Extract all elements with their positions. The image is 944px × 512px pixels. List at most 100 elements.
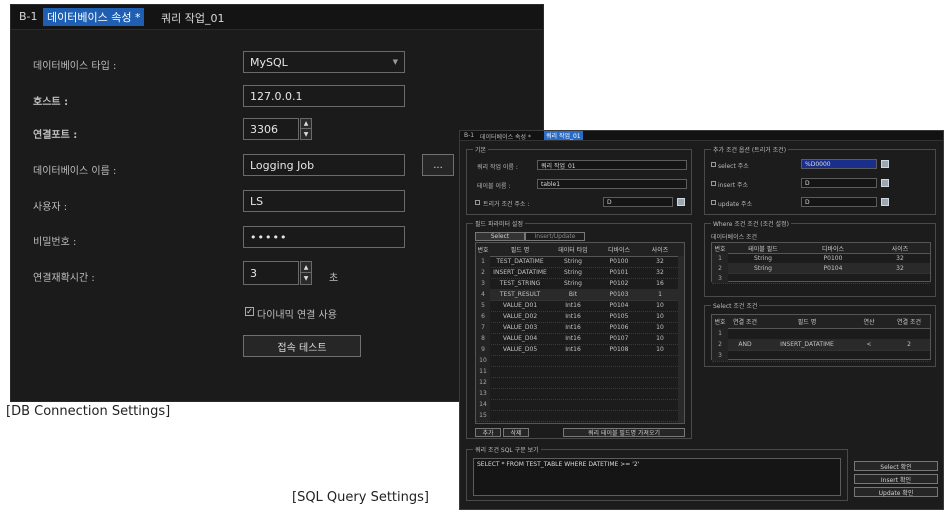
tab-b1[interactable]: B-1 bbox=[464, 132, 474, 139]
reconnect-input[interactable]: 3 bbox=[243, 261, 299, 285]
table-cell bbox=[642, 399, 678, 410]
field-table: 번호 필드 명 데이터 타입 디바이스 사이즈 1 TEST_DATATIME St… bbox=[475, 242, 685, 424]
table-cell bbox=[728, 273, 798, 283]
address-picker-icon[interactable] bbox=[881, 198, 889, 206]
table-cell bbox=[642, 410, 678, 421]
tab-b1[interactable]: B-1 bbox=[19, 10, 38, 23]
tab-select[interactable]: Select bbox=[475, 232, 525, 241]
table-cell: P0105 bbox=[609, 313, 629, 320]
trigger-input[interactable]: D bbox=[603, 197, 673, 207]
select-condition-group: Select 조건 조건 번호 연결 조건 필드 명 연산 연결 조건 1 2 AN… bbox=[704, 301, 936, 367]
table-cell bbox=[762, 350, 852, 361]
table-cell: String bbox=[754, 254, 772, 262]
table-cell: String bbox=[564, 269, 582, 276]
port-stepper[interactable]: ▲ ▼ bbox=[300, 118, 312, 140]
host-input[interactable]: 127.0.0.1 bbox=[243, 85, 405, 107]
field-group-title: 필드 파라미터 설정 bbox=[473, 219, 525, 228]
spin-down-icon[interactable]: ▼ bbox=[301, 273, 311, 284]
row-number: 13 bbox=[476, 388, 490, 399]
table-cell: VALUE_D02 bbox=[502, 313, 538, 320]
where-subtitle: 데이터베이스 조건 bbox=[711, 234, 758, 241]
tab-insert-update[interactable]: Insert/Update bbox=[525, 232, 585, 241]
select-address-input[interactable]: %D0000 bbox=[801, 159, 877, 169]
row-number: 11 bbox=[476, 366, 490, 377]
connection-test-button[interactable]: 접속 테스트 bbox=[243, 335, 361, 357]
db-name-input[interactable]: Logging Job bbox=[243, 154, 405, 176]
browse-button[interactable]: ... bbox=[422, 154, 454, 176]
table-cell: 10 bbox=[656, 346, 664, 353]
table-cell bbox=[886, 328, 932, 339]
table-name-input[interactable]: table1 bbox=[537, 179, 687, 189]
table-cell: Int16 bbox=[565, 302, 581, 309]
update-address-input[interactable]: D bbox=[801, 197, 877, 207]
col-header: 필드 명 bbox=[797, 319, 817, 326]
table-cell: Int16 bbox=[565, 346, 581, 353]
row-number: 2 bbox=[712, 263, 728, 273]
table-cell: VALUE_D04 bbox=[502, 335, 538, 342]
query-name-input[interactable]: 쿼리 작업_01 bbox=[537, 160, 687, 170]
password-input[interactable]: ••••• bbox=[243, 226, 405, 248]
col-header: 디바이스 bbox=[607, 247, 631, 254]
table-row[interactable]: 15 bbox=[476, 410, 684, 422]
address-picker-icon[interactable] bbox=[881, 160, 889, 168]
update-check-button[interactable]: Update 확인 bbox=[854, 487, 938, 497]
table-cell bbox=[798, 273, 868, 283]
table-cell bbox=[490, 410, 550, 421]
table-cell bbox=[596, 399, 642, 410]
table-cell: AND bbox=[738, 341, 752, 348]
row-number: 3 bbox=[712, 273, 728, 283]
update-address-checkbox[interactable] bbox=[711, 200, 716, 205]
table-header: 번호 연결 조건 필드 명 연산 연결 조건 bbox=[712, 315, 930, 329]
insert-check-button[interactable]: Insert 확인 bbox=[854, 474, 938, 484]
scrollbar[interactable] bbox=[678, 256, 684, 423]
where-condition-group: Where 조건 조건 (조건 설정) 데이터베이스 조건 번호 테이블 필드 … bbox=[704, 219, 936, 297]
select-group-title: Select 조건 조건 bbox=[711, 301, 760, 310]
table-cell bbox=[550, 399, 596, 410]
table-cell: Int16 bbox=[565, 324, 581, 331]
table-cell bbox=[762, 328, 852, 339]
port-input[interactable]: 3306 bbox=[243, 118, 299, 140]
row-number: 3 bbox=[476, 278, 490, 289]
sql-caption: [SQL Query Settings] bbox=[292, 490, 429, 505]
table-cell: String bbox=[564, 280, 582, 287]
where-table: 번호 테이블 필드 디바이스 사이즈 1 String P0100 32 2 String… bbox=[711, 242, 931, 284]
tab-query-job[interactable]: 쿼리 작업_01 bbox=[544, 131, 583, 140]
row-number: 7 bbox=[476, 322, 490, 333]
add-button[interactable]: 추가 bbox=[475, 428, 501, 437]
spin-up-icon[interactable]: ▲ bbox=[301, 119, 311, 129]
sql-preview-group: 쿼리 조건 SQL 구문 보기 SELECT * FROM TEST_TABLE… bbox=[466, 445, 848, 501]
tab-database-properties[interactable]: 데이터베이스 속성 * bbox=[480, 132, 531, 141]
tab-database-properties[interactable]: 데이터베이스 속성 * bbox=[43, 8, 145, 26]
trigger-checkbox[interactable] bbox=[475, 200, 480, 205]
db-type-select[interactable]: MySQL ▼ bbox=[243, 51, 405, 73]
select-check-button[interactable]: Select 확인 bbox=[854, 461, 938, 471]
table-row[interactable]: 3 bbox=[712, 273, 930, 284]
sql-query-text[interactable]: SELECT * FROM TEST_TABLE WHERE DATETIME … bbox=[473, 458, 841, 496]
address-picker-icon[interactable] bbox=[881, 179, 889, 187]
spin-up-icon[interactable]: ▲ bbox=[301, 262, 311, 273]
spin-down-icon[interactable]: ▼ bbox=[301, 129, 311, 139]
table-cell bbox=[728, 350, 762, 361]
address-picker-icon[interactable] bbox=[677, 198, 685, 206]
table-cell bbox=[490, 388, 550, 399]
reconnect-label: 연결재확시간 : bbox=[33, 273, 95, 284]
col-header: 테이블 필드 bbox=[748, 245, 778, 253]
table-cell bbox=[868, 273, 932, 283]
row-number: 1 bbox=[476, 256, 490, 267]
table-cell: 16 bbox=[656, 280, 664, 287]
col-header: 디바이스 bbox=[821, 245, 845, 253]
table-cell bbox=[642, 366, 678, 377]
user-input[interactable]: LS bbox=[243, 190, 405, 212]
import-fields-button[interactable]: 쿼리 테이블 필드명 가져오기 bbox=[563, 428, 685, 437]
select-address-checkbox[interactable] bbox=[711, 162, 716, 167]
insert-address-input[interactable]: D bbox=[801, 178, 877, 188]
table-row[interactable]: 3 bbox=[712, 350, 930, 362]
tab-query-job[interactable]: 쿼리 작업_01 bbox=[161, 10, 224, 26]
table-cell: 32 bbox=[896, 254, 904, 262]
insert-address-checkbox[interactable] bbox=[711, 181, 716, 186]
table-cell: 10 bbox=[656, 324, 664, 331]
checkbox-icon[interactable]: ✓ bbox=[245, 307, 254, 316]
reconnect-stepper[interactable]: ▲ ▼ bbox=[300, 261, 312, 285]
delete-button[interactable]: 삭제 bbox=[503, 428, 529, 437]
table-cell bbox=[490, 366, 550, 377]
